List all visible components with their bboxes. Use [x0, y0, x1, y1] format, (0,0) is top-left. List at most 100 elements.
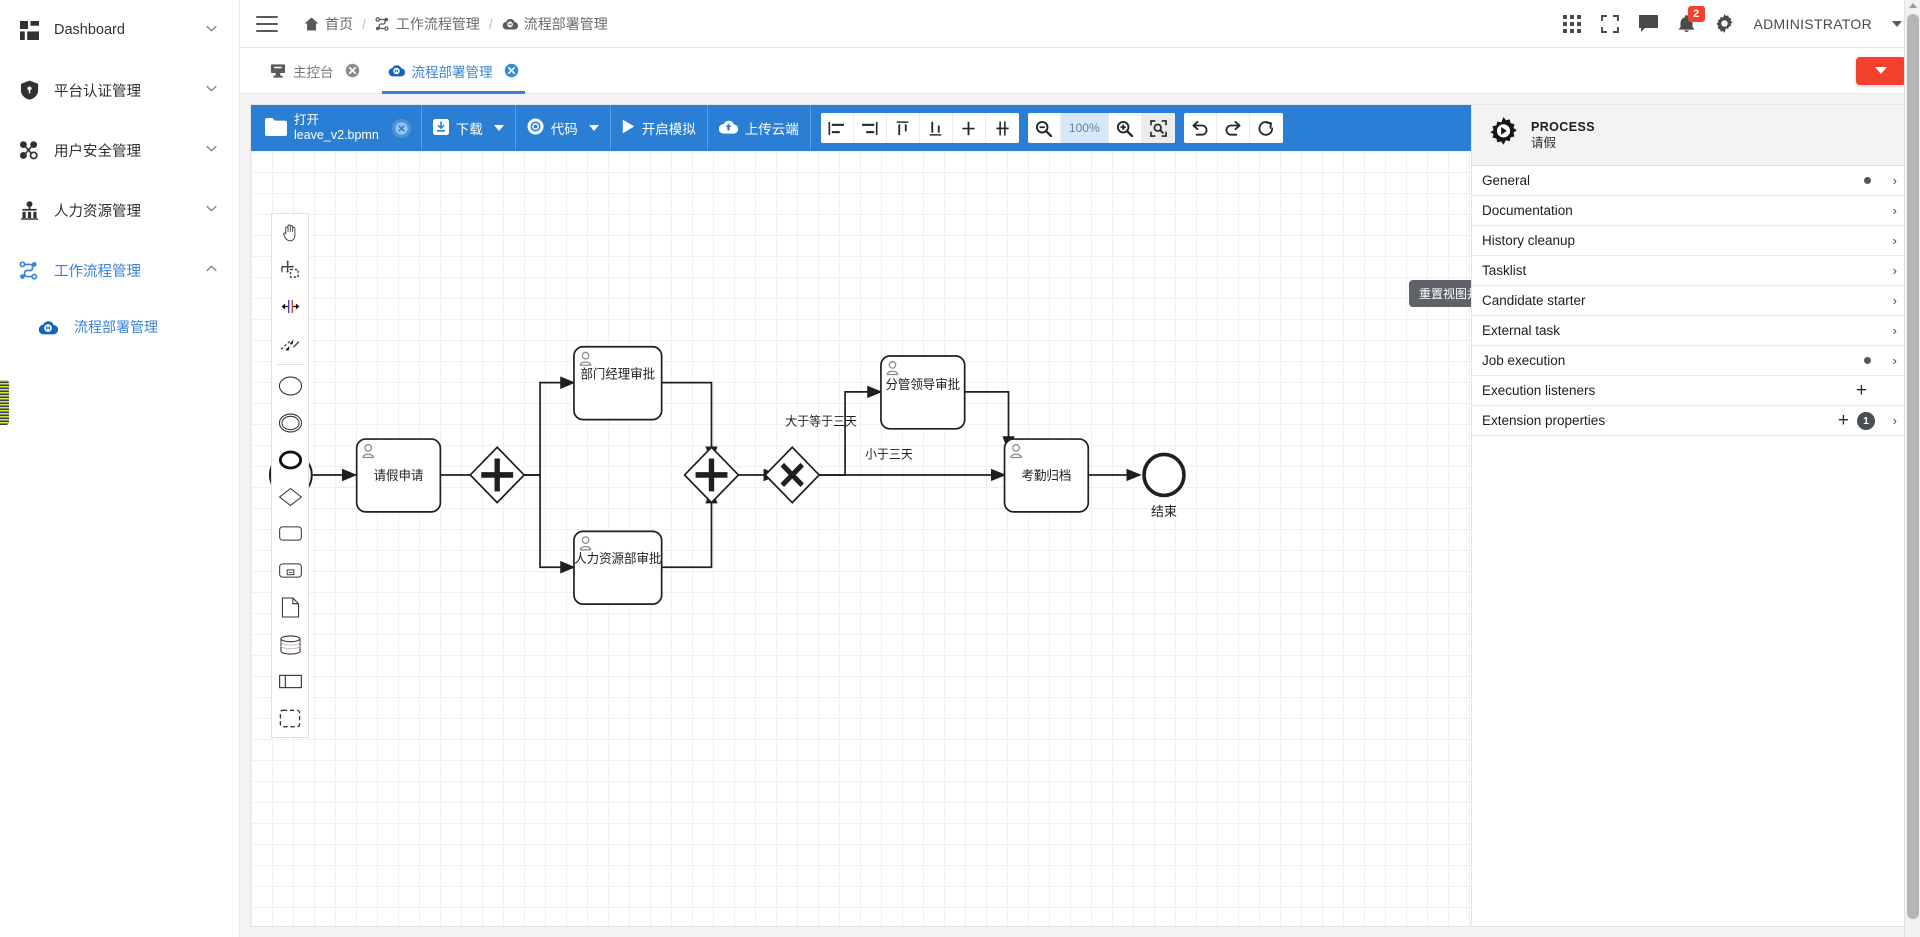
bpmn-node-task5[interactable]: 考勤归档 — [1003, 438, 1090, 513]
start-event-icon[interactable] — [272, 367, 308, 404]
zoom-in-icon[interactable] — [1109, 113, 1142, 143]
flow-task4-to-task5[interactable] — [962, 391, 1015, 452]
history-tool-pack — [1183, 113, 1283, 143]
sidebar-item-user-security[interactable]: 用户安全管理 — [0, 120, 239, 180]
fullscreen-icon[interactable] — [1600, 14, 1619, 33]
bpmn-node-gateway1[interactable] — [469, 446, 526, 504]
view-tab-process-deploy[interactable]: 流程部署管理 — [374, 48, 533, 94]
bpmn-diagram[interactable]: 开始 请假申请 — [251, 151, 1471, 926]
data-store-icon[interactable] — [272, 626, 308, 663]
bpmn-node-task2[interactable]: 部门经理审批 — [573, 345, 663, 421]
scroll-up-arrow-icon[interactable] — [1909, 3, 1917, 8]
tab-dropdown-button[interactable] — [1856, 56, 1906, 85]
participant-icon[interactable] — [272, 663, 308, 700]
sidebar-collapse-handle[interactable] — [0, 380, 9, 425]
zoom-fit-icon[interactable] — [1141, 113, 1175, 143]
group-icon[interactable] — [272, 700, 308, 737]
subprocess-icon[interactable] — [272, 552, 308, 589]
data-object-icon[interactable] — [272, 589, 308, 626]
reset-view-tooltip: 重置视图并居中 — [1409, 280, 1471, 307]
sidebar-item-workflow[interactable]: 工作流程管理 — [0, 240, 239, 300]
sidebar-item-hr[interactable]: 人力资源管理 — [0, 180, 239, 240]
breadcrumb-item-1[interactable]: 工作流程管理 — [396, 14, 480, 34]
prop-group-documentation[interactable]: Documentation › — [1472, 196, 1911, 226]
prop-group-candidate-starter[interactable]: Candidate starter › — [1472, 286, 1911, 316]
properties-title-block: PROCESS 请假 — [1531, 119, 1595, 152]
sidebar-item-platform-auth[interactable]: 平台认证管理 — [0, 60, 239, 120]
align-top-icon[interactable] — [887, 113, 920, 143]
hand-tool-icon[interactable] — [272, 214, 308, 251]
bpmn-flow-label-ge-three-days: 大于等于三天 — [785, 415, 857, 429]
connect-tool-icon[interactable] — [272, 325, 308, 362]
add-icon[interactable]: + — [1838, 411, 1849, 430]
sidebar-item-label: 用户安全管理 — [54, 143, 141, 160]
workflow-icon — [14, 260, 44, 280]
flow-task2-to-gateway2[interactable] — [655, 381, 718, 463]
chevron-down-icon[interactable] — [1892, 20, 1902, 27]
prop-group-tasklist[interactable]: Tasklist › — [1472, 256, 1911, 286]
page-scrollbar[interactable] — [1904, 0, 1920, 937]
bpmn-node-gateway2[interactable] — [683, 446, 740, 504]
bpmn-node-task1[interactable]: 请假申请 — [355, 438, 442, 513]
hamburger-icon[interactable] — [256, 15, 278, 32]
intermediate-event-icon[interactable] — [272, 404, 308, 441]
gateway-icon[interactable] — [272, 478, 308, 515]
sidebar-item-process-deploy[interactable]: 流程部署管理 — [0, 300, 239, 354]
refresh-icon[interactable] — [1250, 113, 1283, 143]
breadcrumb-item-0[interactable]: 首页 — [325, 14, 353, 34]
bell-icon[interactable]: 2 — [1678, 5, 1705, 33]
bpmn-flow-label-lt-three-days: 小于三天 — [865, 447, 913, 461]
undo-icon[interactable] — [1184, 113, 1217, 143]
bpmn-node-task4[interactable]: 分管领导审批 — [880, 355, 966, 430]
upload-cloud-button[interactable]: 上传云端 — [708, 105, 810, 151]
clear-icon[interactable] — [391, 118, 411, 138]
view-tab-console[interactable]: 主控台 — [256, 48, 374, 94]
bpmn-canvas[interactable]: 开始 请假申请 — [251, 151, 1471, 926]
bpmn-node-end[interactable]: 结束 — [1142, 452, 1186, 519]
align-middle-icon[interactable] — [953, 113, 986, 143]
scrollbar-thumb[interactable] — [1907, 14, 1919, 919]
prop-group-execution-listeners[interactable]: Execution listeners + — [1472, 376, 1911, 406]
sidebar-item-dashboard[interactable]: Dashboard — [0, 0, 239, 60]
open-label: 打开 — [294, 112, 320, 127]
prop-group-external-task[interactable]: External task › — [1472, 316, 1911, 346]
align-center-icon[interactable] — [986, 113, 1019, 143]
flow-gateway1-to-task3[interactable] — [504, 474, 576, 574]
align-right-icon[interactable] — [854, 113, 887, 143]
zoom-level[interactable]: 100% — [1060, 113, 1109, 143]
add-icon[interactable]: + — [1856, 381, 1867, 400]
close-icon[interactable] — [345, 63, 360, 78]
bpmn-node-gateway3[interactable] — [764, 446, 821, 504]
flow-gateway1-to-task2[interactable] — [504, 376, 576, 476]
redo-icon[interactable] — [1217, 113, 1250, 143]
bpmn-download-group: 下载 — [422, 105, 516, 151]
space-tool-icon[interactable] — [272, 288, 308, 325]
task-icon[interactable] — [272, 515, 308, 552]
close-icon[interactable] — [504, 63, 519, 78]
prop-group-job-execution[interactable]: Job execution › — [1472, 346, 1911, 376]
prop-group-history-cleanup[interactable]: History cleanup › — [1472, 226, 1911, 256]
prop-group-extension-properties[interactable]: Extension properties + 1 › — [1472, 406, 1911, 436]
user-menu-label[interactable]: ADMINISTRATOR — [1754, 16, 1873, 32]
zoom-out-icon[interactable] — [1028, 113, 1061, 143]
align-left-icon[interactable] — [821, 113, 854, 143]
apps-grid-icon[interactable] — [1562, 14, 1581, 33]
sidebar-item-label: 平台认证管理 — [54, 83, 141, 100]
align-bottom-icon[interactable] — [920, 113, 953, 143]
flow-task3-to-gateway2[interactable] — [655, 487, 718, 569]
bell-badge: 2 — [1687, 5, 1705, 22]
bpmn-node-task3[interactable]: 人力资源部审批 — [573, 530, 663, 605]
lasso-tool-icon[interactable] — [272, 251, 308, 288]
open-file-button[interactable]: 打开 leave_v2.bpmn — [251, 105, 421, 151]
message-icon[interactable] — [1638, 15, 1658, 32]
download-button[interactable]: 下载 — [422, 105, 515, 151]
chevron-down-icon — [205, 22, 221, 38]
gear-icon[interactable] — [1715, 14, 1734, 33]
console-icon — [270, 63, 286, 79]
prop-group-general[interactable]: General › — [1472, 166, 1911, 196]
code-button[interactable]: 代码 — [516, 105, 610, 151]
flow-gateway3-to-task4[interactable] — [805, 385, 883, 476]
breadcrumb-item-2[interactable]: 流程部署管理 — [524, 14, 608, 34]
start-simulation-button[interactable]: 开启模拟 — [611, 105, 707, 151]
end-event-icon[interactable] — [272, 441, 308, 478]
